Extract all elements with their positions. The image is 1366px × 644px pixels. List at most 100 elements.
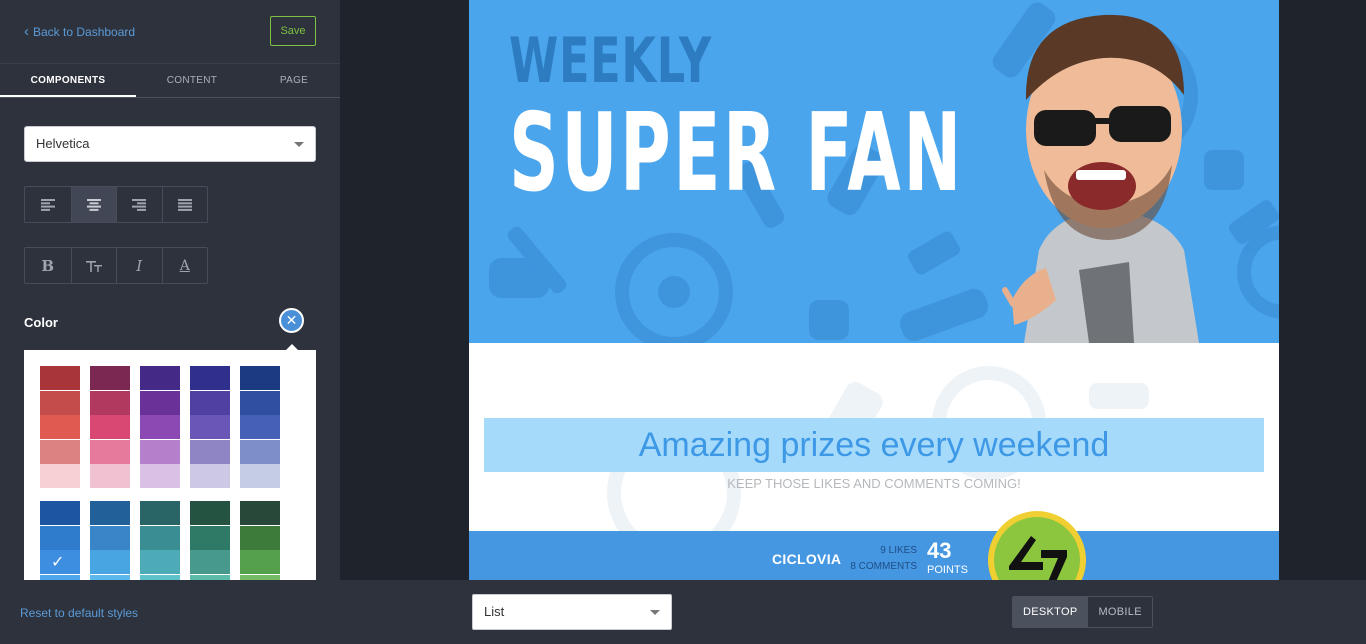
color-swatch[interactable] (90, 525, 130, 550)
close-color-picker-button[interactable]: ✕ (279, 308, 304, 333)
text-size-icon (85, 260, 102, 272)
color-swatch[interactable] (140, 501, 180, 525)
color-swatch[interactable] (90, 439, 130, 464)
bottom-toolbar: Reset to default styles List DESKTOP MOB… (0, 580, 1366, 644)
color-swatch[interactable] (140, 366, 180, 390)
color-swatch[interactable] (190, 501, 230, 525)
color-swatch[interactable] (240, 550, 280, 575)
swatch-column: ✓ (40, 501, 80, 580)
color-swatch[interactable] (90, 415, 130, 440)
chevron-down-icon (294, 142, 304, 147)
color-swatch[interactable] (140, 464, 180, 489)
editor-sidebar: ‹ Back to Dashboard Save COMPONENTS CONT… (0, 0, 340, 580)
text-align-group (24, 186, 208, 223)
swatch-column (90, 501, 130, 580)
color-swatch[interactable] (40, 501, 80, 525)
swatch-column (240, 366, 280, 489)
align-center-icon (86, 198, 101, 211)
align-justify-button[interactable] (161, 187, 208, 222)
color-swatch[interactable] (40, 366, 80, 390)
color-swatch[interactable] (40, 525, 80, 550)
color-swatch[interactable] (190, 525, 230, 550)
hero-banner: WEEKLY SUPER FAN (469, 0, 1279, 343)
hero-title-weekly: WEEKLY (509, 24, 712, 97)
desktop-view-button[interactable]: DESKTOP (1013, 597, 1088, 627)
color-swatch[interactable] (140, 525, 180, 550)
color-swatch[interactable] (90, 550, 130, 575)
layout-select-value: List (484, 604, 505, 619)
color-swatch[interactable] (40, 415, 80, 440)
swatch-column (140, 366, 180, 489)
sub-headline: KEEP THOSE LIKES AND COMMENTS COMING! (727, 476, 1021, 491)
check-icon: ✓ (51, 554, 65, 572)
color-swatch[interactable] (240, 366, 280, 390)
close-icon: ✕ (285, 312, 298, 328)
text-color-button[interactable]: A (161, 248, 208, 283)
device-toggle: DESKTOP MOBILE (1012, 596, 1153, 628)
mobile-view-button[interactable]: MOBILE (1087, 597, 1151, 627)
color-swatch[interactable] (190, 464, 230, 489)
color-swatch[interactable] (240, 415, 280, 440)
swatch-column (190, 366, 230, 489)
swatch-column (90, 366, 130, 489)
color-swatch[interactable] (240, 439, 280, 464)
color-swatch[interactable] (90, 501, 130, 525)
font-family-value: Helvetica (36, 136, 90, 151)
text-color-icon: A (179, 257, 190, 274)
prize-banner: Amazing prizes every weekend (484, 418, 1264, 472)
align-right-button[interactable] (116, 187, 162, 222)
align-center-button[interactable] (70, 187, 116, 222)
tab-content[interactable]: CONTENT (136, 64, 248, 97)
save-button[interactable]: Save (270, 16, 316, 46)
color-swatch[interactable] (240, 464, 280, 489)
color-swatch[interactable] (90, 390, 130, 415)
color-swatch[interactable] (190, 415, 230, 440)
font-family-select[interactable]: Helvetica (24, 126, 316, 162)
sidebar-tabs: COMPONENTS CONTENT PAGE (0, 64, 340, 98)
color-swatch[interactable] (240, 525, 280, 550)
color-swatch[interactable] (40, 439, 80, 464)
back-to-dashboard-link[interactable]: ‹ Back to Dashboard (24, 24, 136, 39)
italic-button[interactable]: I (116, 248, 162, 283)
prize-headline: Amazing prizes every weekend (638, 425, 1110, 464)
color-swatch[interactable] (190, 366, 230, 390)
color-swatch[interactable] (190, 390, 230, 415)
color-swatch[interactable] (140, 550, 180, 575)
color-swatch[interactable] (240, 501, 280, 525)
align-justify-icon (177, 198, 192, 211)
color-swatch[interactable] (40, 464, 80, 489)
align-right-icon (132, 198, 147, 211)
reset-default-styles-link[interactable]: Reset to default styles (20, 606, 138, 620)
color-swatch[interactable] (90, 464, 130, 489)
caricature-illustration (1002, 14, 1199, 343)
color-swatch[interactable] (140, 439, 180, 464)
text-style-group: B I A (24, 247, 208, 284)
swatch-column (140, 501, 180, 580)
align-left-button[interactable] (25, 187, 71, 222)
text-size-button[interactable] (70, 248, 117, 283)
italic-icon: I (136, 256, 143, 275)
color-swatch[interactable] (240, 390, 280, 415)
ranking-badge-icon (988, 511, 1086, 580)
leader-points: 43 (927, 538, 952, 563)
bold-button[interactable]: B (25, 248, 71, 283)
swatch-column (40, 366, 80, 489)
color-swatch[interactable] (40, 390, 80, 415)
tab-components[interactable]: COMPONENTS (0, 64, 136, 97)
back-label: Back to Dashboard (33, 25, 136, 39)
tab-page[interactable]: PAGE (248, 64, 340, 97)
email-preview: WEEKLY SUPER FAN Amazing prizes every we… (469, 0, 1279, 580)
color-palette: ✓ (24, 350, 316, 580)
points-label: POINTS (927, 564, 968, 576)
leader-comments: 8 COMMENTS (850, 561, 917, 572)
leader-likes: 9 LIKES (880, 545, 917, 556)
color-swatch[interactable] (140, 415, 180, 440)
color-swatch[interactable] (140, 390, 180, 415)
layout-select[interactable]: List (472, 594, 672, 630)
leaderboard-row: CICLOVIA 9 LIKES 8 COMMENTS 43 POINTS (469, 531, 1279, 580)
color-swatch[interactable] (190, 550, 230, 575)
color-swatch[interactable] (190, 439, 230, 464)
swatch-column (190, 501, 230, 580)
color-swatch[interactable] (90, 366, 130, 390)
color-swatch[interactable]: ✓ (40, 550, 80, 575)
